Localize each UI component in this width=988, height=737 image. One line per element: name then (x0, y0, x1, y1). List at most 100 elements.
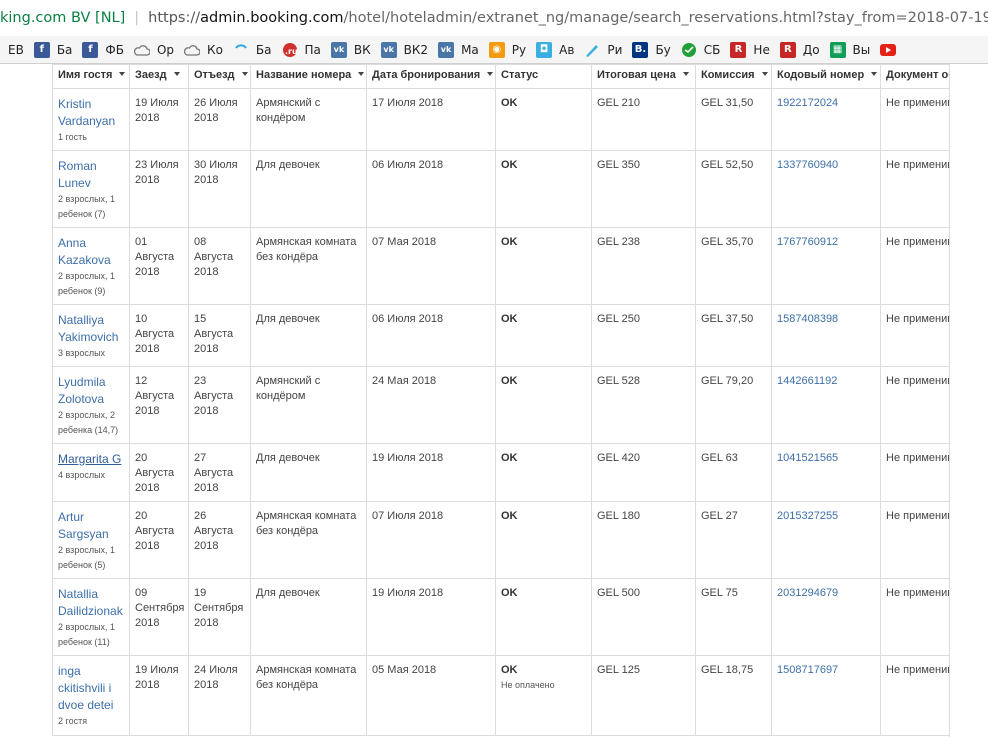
bookmark-item[interactable]: Ор (133, 42, 174, 58)
table-row[interactable]: Roman Lunev 2 взрослых, 1 ребенок (7) 23 И… (52, 150, 988, 228)
bookmark-item[interactable]: .ru Па (282, 42, 321, 58)
table-row[interactable]: Natalliya Yakimovich 3 взрослых 10 Августа… (52, 304, 988, 367)
booking-code-link[interactable]: 1922172024 (777, 97, 838, 109)
guest-count: 2 взрослых, 1 ребенок (11) (58, 622, 116, 647)
column-header[interactable]: Дата бронирования (366, 64, 496, 89)
booked-cell: 17 Июля 2018 (366, 88, 496, 151)
table-row[interactable]: inga ckitishvili i dvoe detei 2 гостя 19 И… (52, 655, 988, 736)
booking-code-link[interactable]: 1442661192 (777, 375, 837, 387)
guest-cell: Artur Sargsyan 2 взрослых, 1 ребенок (5) (52, 501, 130, 579)
bookmark-item[interactable]: EB (8, 43, 24, 57)
booking-code-link[interactable]: 1508717697 (777, 664, 838, 676)
column-header[interactable]: Отъезд (188, 64, 251, 89)
bookmark-item[interactable]: f Ба (33, 41, 73, 58)
guest-name-link[interactable]: Roman Lunev (58, 158, 124, 192)
status-badge: OK (501, 313, 518, 325)
price-cell: GEL 420 (591, 443, 696, 502)
bookmark-label: Вы (852, 42, 871, 57)
bookmark-item[interactable]: Ри (584, 42, 622, 58)
checkout-date: 23 Августа 2018 (194, 375, 234, 417)
checkin-cell: 12 Августа 2018 (129, 366, 189, 444)
bookmark-label: Ба (56, 42, 73, 57)
column-header[interactable]: Комиссия (695, 64, 772, 89)
bookmark-item[interactable]: vk ВК (330, 41, 371, 58)
column-header[interactable]: Кодовый номер (771, 64, 881, 89)
code-cell: 2031294679 (771, 578, 881, 656)
guest-name-link[interactable]: Margarita G (58, 451, 124, 468)
sort-arrow-icon[interactable] (682, 72, 689, 77)
guest-name-link[interactable]: Natalliya Yakimovich (58, 312, 124, 346)
checkin-date: 12 Августа 2018 (135, 375, 175, 417)
sort-arrow-icon[interactable] (173, 72, 180, 77)
commission: GEL 31,50 (701, 97, 754, 109)
sort-arrow-icon[interactable] (871, 72, 878, 77)
address-bar[interactable]: king.com BV [NL] | https:// admin.bookin… (0, 0, 988, 36)
bookmark-item[interactable]: B. Бу (632, 41, 671, 58)
column-header[interactable]: Название номера (250, 64, 367, 89)
guest-name-link[interactable]: Natallia Dailidzionak (58, 586, 124, 620)
sort-arrow-icon[interactable] (487, 72, 494, 77)
booking-code-link[interactable]: 2031294679 (777, 587, 838, 599)
bookmark-item[interactable]: R До (779, 41, 820, 58)
column-header-label: Название номера (256, 69, 352, 81)
bookmark-item[interactable]: СБ (681, 42, 720, 58)
bookmark-item[interactable]: Ба (233, 42, 272, 58)
column-header-label: Кодовый номер (777, 69, 865, 81)
vk-icon: vk (330, 41, 347, 58)
room-cell: Для девочек (250, 578, 367, 656)
document-status: Не применим (886, 159, 955, 171)
booking-code-link[interactable]: 1041521565 (777, 452, 838, 464)
checkin-date: 19 Июля 2018 (135, 664, 179, 691)
status-cell: OK (495, 150, 592, 228)
table-row[interactable]: Kristin Vardanyan 1 гость 19 Июля 2018 26 И… (52, 88, 988, 151)
table-row[interactable]: Lyudmila Zolotova 2 взрослых, 2 ребенка (… (52, 366, 988, 444)
status-cell: OK (495, 501, 592, 579)
bookmark-label: Ко (207, 42, 223, 57)
sort-arrow-icon[interactable] (761, 72, 768, 77)
guest-name-link[interactable]: Anna Kazakova (58, 235, 124, 269)
checkout-date: 15 Августа 2018 (194, 313, 234, 355)
column-header[interactable]: Имя гостя (52, 64, 130, 89)
column-header-label: Заезд (135, 69, 167, 81)
table-row[interactable]: Margarita G 4 взрослых 20 Августа 2018 27 А… (52, 443, 988, 502)
column-header[interactable]: Итоговая цена (591, 64, 696, 89)
sort-arrow-icon[interactable] (358, 72, 365, 77)
bookmark-item[interactable]: f ФБ (82, 41, 124, 58)
document-status: Не применим (886, 236, 955, 248)
guest-count: 3 взрослых (58, 348, 106, 358)
sort-arrow-icon[interactable] (119, 72, 126, 77)
column-header[interactable]: Заезд (129, 64, 189, 89)
bookmark-item[interactable]: ◉ Ру (488, 41, 526, 58)
guest-name-link[interactable]: Lyudmila Zolotova (58, 374, 124, 408)
guest-name-link[interactable]: Kristin Vardanyan (58, 96, 124, 130)
youtube-icon (880, 42, 897, 58)
site-identity[interactable]: king.com BV [NL] (0, 10, 125, 26)
bookmark-item[interactable]: vk ВК2 (380, 41, 428, 58)
sort-arrow-icon[interactable] (241, 72, 248, 77)
guest-name-link[interactable]: Artur Sargsyan (58, 509, 124, 543)
bookmark-label: Ма (461, 42, 479, 57)
booking-b-icon: B. (632, 41, 649, 58)
booking-code-link[interactable]: 1587408398 (777, 313, 838, 325)
document-status: Не применим (886, 375, 955, 387)
bookmark-item[interactable]: ◘ Ав (536, 41, 574, 58)
booking-date: 06 Июля 2018 (372, 313, 444, 325)
table-row[interactable]: Natallia Dailidzionak 2 взрослых, 1 ребен… (52, 578, 988, 656)
table-row[interactable]: Anna Kazakova 2 взрослых, 1 ребенок (9) 01… (52, 227, 988, 305)
checkout-date: 19 Сентября 2018 (194, 587, 244, 629)
bookmark-item[interactable] (880, 42, 903, 58)
price-cell: GEL 125 (591, 655, 696, 736)
booking-code-link[interactable]: 1767760912 (777, 236, 838, 248)
room-cell: Армянский с кондёром (250, 366, 367, 444)
bookmark-item[interactable]: R Не (730, 41, 770, 58)
table-row[interactable]: Artur Sargsyan 2 взрослых, 1 ребенок (5) 2… (52, 501, 988, 579)
bookmark-item[interactable]: ▦ Вы (829, 41, 871, 58)
address-separator: | (134, 10, 140, 26)
room-cell: Армянская комната без кондёра (250, 655, 367, 736)
booking-code-link[interactable]: 1337760940 (777, 159, 838, 171)
booking-code-link[interactable]: 2015327255 (777, 510, 838, 522)
guest-name-link[interactable]: inga ckitishvili i dvoe detei (58, 663, 124, 714)
bookmark-item[interactable]: Ко (184, 42, 223, 58)
bookmark-item[interactable]: vk Ма (438, 41, 479, 58)
code-cell: 1767760912 (771, 227, 881, 305)
